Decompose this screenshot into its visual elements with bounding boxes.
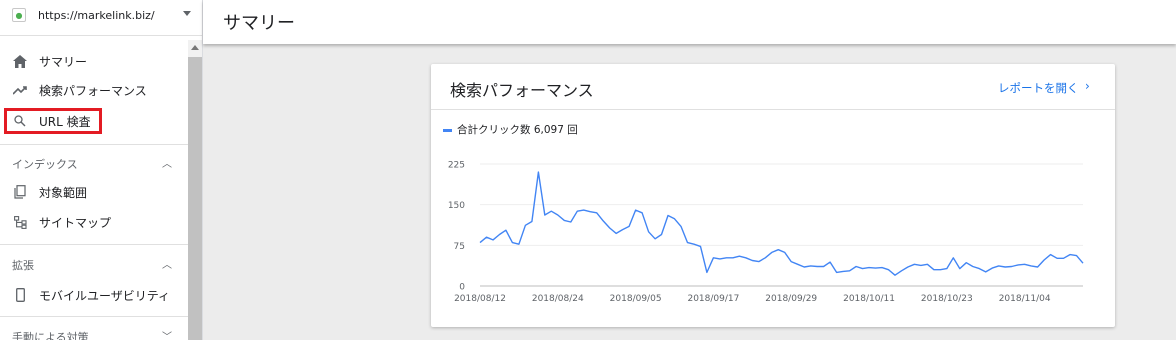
sidebar-item-summary[interactable]: サマリー xyxy=(0,48,188,74)
highlight-annotation xyxy=(4,108,102,134)
divider xyxy=(0,144,188,145)
y-tick-label: 75 xyxy=(454,242,465,252)
y-tick-label: 0 xyxy=(459,283,465,293)
sidebar-item-label: サイトマップ xyxy=(39,216,112,230)
performance-chart: 0 75 150 225 2018/08/12 2018/08/24 2018/09/05 2… xyxy=(448,161,1084,304)
property-selector[interactable]: ● https://markelink.biz/ xyxy=(0,0,202,36)
card-title: 検索パフォーマンス xyxy=(450,81,594,100)
section-index[interactable]: インデックス ︿ xyxy=(0,151,188,175)
chevron-down-icon[interactable] xyxy=(183,11,191,16)
x-tick-label: 2018/10/11 xyxy=(843,294,895,304)
section-label: 手動による対策 xyxy=(12,331,89,340)
sidebar-item-label: モバイルユーザビリティ xyxy=(39,289,171,303)
sidebar-item-sitemap[interactable]: サイトマップ xyxy=(0,209,188,235)
section-manual-actions[interactable]: 手動による対策 ﹀ xyxy=(0,324,188,340)
home-icon xyxy=(12,53,28,69)
scrollbar-thumb[interactable] xyxy=(188,57,202,340)
site-favicon-icon: ● xyxy=(12,8,26,22)
sidebar-item-label: 対象範囲 xyxy=(39,186,88,200)
divider xyxy=(0,316,188,317)
sidebar-scrollbar[interactable] xyxy=(188,40,202,340)
performance-card: 検索パフォーマンス レポートを開く › 合計クリック数 6,097 回 0 75 1… xyxy=(431,64,1115,327)
property-url: https://markelink.biz/ xyxy=(38,9,155,22)
x-tick-label: 2018/09/29 xyxy=(765,294,817,304)
trending-up-icon xyxy=(12,82,28,98)
x-tick-label: 2018/10/23 xyxy=(921,294,973,304)
x-tick-label: 2018/08/12 xyxy=(454,294,506,304)
y-tick-label: 225 xyxy=(448,161,465,171)
mobile-icon xyxy=(12,287,28,303)
coverage-icon xyxy=(12,184,28,200)
sidebar-item-label: 検索パフォーマンス xyxy=(39,84,147,98)
y-tick-label: 150 xyxy=(448,201,465,211)
section-label: 拡張 xyxy=(12,259,34,272)
chevron-up-icon: ︿ xyxy=(162,260,172,271)
x-tick-label: 2018/08/24 xyxy=(532,294,584,304)
sitemap-icon xyxy=(12,214,28,230)
x-tick-label: 2018/09/05 xyxy=(610,294,662,304)
chart-legend: 合計クリック数 6,097 回 xyxy=(443,122,578,137)
legend-label: 合計クリック数 6,097 回 xyxy=(457,124,578,136)
divider xyxy=(0,244,188,245)
series-line xyxy=(479,171,1084,276)
x-tick-label: 2018/11/04 xyxy=(999,294,1051,304)
divider xyxy=(431,109,1115,110)
section-label: インデックス xyxy=(12,158,78,171)
chevron-up-icon: ︿ xyxy=(162,159,172,170)
x-tick-label: 2018/09/17 xyxy=(687,294,739,304)
chevron-right-icon[interactable]: › xyxy=(1085,79,1090,93)
open-report-link[interactable]: レポートを開く xyxy=(998,80,1079,96)
sidebar-item-label: サマリー xyxy=(39,55,88,69)
sidebar: ● https://markelink.biz/ サマリー 検索パフォーマンス … xyxy=(0,0,203,340)
chevron-down-icon: ﹀ xyxy=(162,332,172,340)
sidebar-item-mobile-usability[interactable]: モバイルユーザビリティ xyxy=(0,282,188,308)
sidebar-item-coverage[interactable]: 対象範囲 xyxy=(0,179,188,205)
sidebar-item-performance[interactable]: 検索パフォーマンス xyxy=(0,77,188,103)
section-enhancements[interactable]: 拡張 ︿ xyxy=(0,252,188,276)
page-title: サマリー xyxy=(223,13,295,34)
scroll-up-arrow-icon[interactable] xyxy=(191,45,199,50)
header: サマリー xyxy=(203,0,1176,44)
legend-swatch xyxy=(443,128,452,132)
